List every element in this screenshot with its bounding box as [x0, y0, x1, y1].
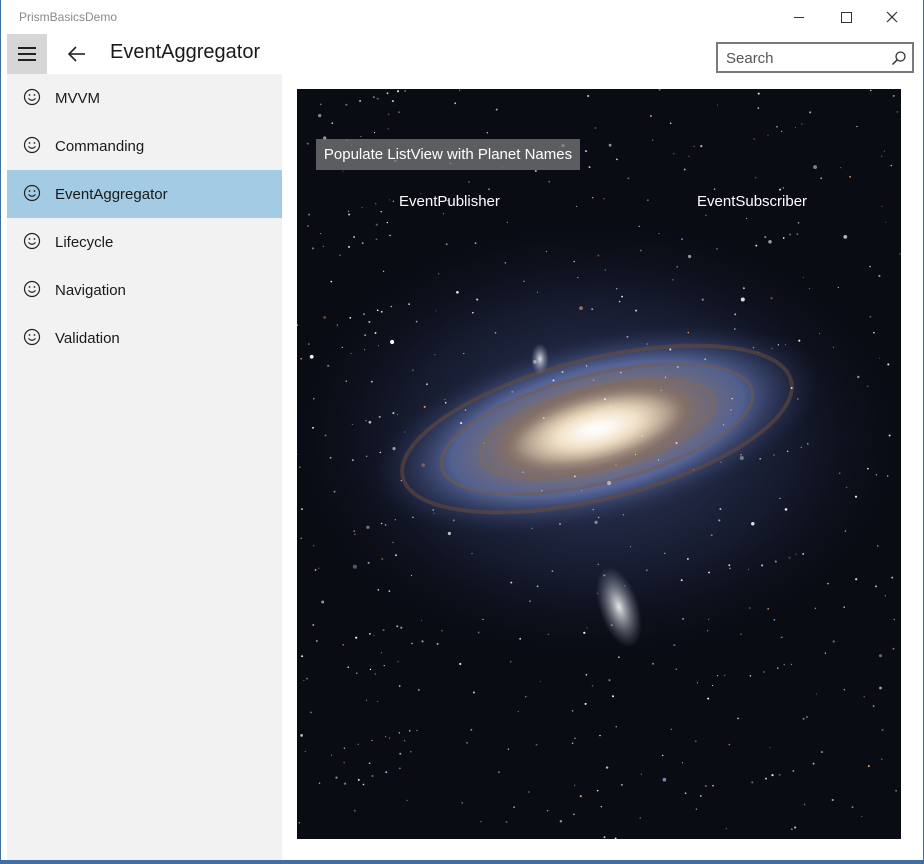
close-icon	[886, 11, 898, 23]
smiley-icon	[23, 280, 41, 298]
sidebar-item-label: EventAggregator	[55, 185, 168, 203]
minimize-button[interactable]	[776, 0, 822, 34]
sidebar-item-label: Validation	[55, 329, 120, 347]
sidebar-item-eventaggregator[interactable]: EventAggregator	[7, 170, 282, 218]
back-button[interactable]	[57, 34, 97, 74]
smiley-icon	[23, 328, 41, 346]
sidebar-item-commanding[interactable]: Commanding	[7, 122, 282, 170]
hamburger-icon	[18, 47, 36, 49]
smiley-icon	[23, 88, 41, 106]
search-input[interactable]	[726, 48, 886, 68]
hamburger-menu-button[interactable]	[7, 34, 47, 74]
sidebar-item-navigation[interactable]: Navigation	[7, 266, 282, 314]
search-icon[interactable]	[891, 50, 907, 66]
sidebar-item-label: Navigation	[55, 281, 126, 299]
search-box[interactable]	[716, 42, 914, 73]
sidebar-item-lifecycle[interactable]: Lifecycle	[7, 218, 282, 266]
sidebar-item-label: Lifecycle	[55, 233, 114, 251]
app-window: PrismBasicsDemo EventAggregator Search M…	[1, 0, 923, 860]
galaxy-image	[297, 89, 901, 839]
galaxy-background-image: Populate ListView with Planet Names Even…	[297, 89, 901, 839]
sidebar-item-label: MVVM	[55, 89, 100, 107]
page-header: EventAggregator	[1, 34, 923, 74]
sidebar-item-label: Commanding	[55, 137, 145, 155]
minimize-icon	[794, 16, 804, 18]
populate-listview-button[interactable]: Populate ListView with Planet Names	[316, 139, 580, 170]
sidebar-item-mvvm[interactable]: MVVM	[7, 74, 282, 122]
event-publisher-label: EventPublisher	[399, 193, 500, 210]
title-bar[interactable]: PrismBasicsDemo	[1, 0, 923, 34]
page-title: EventAggregator	[110, 41, 261, 63]
maximize-icon	[840, 11, 852, 23]
app-title: PrismBasicsDemo	[19, 10, 118, 24]
smiley-icon	[23, 232, 41, 250]
maximize-button[interactable]	[823, 0, 869, 34]
smiley-icon	[23, 184, 41, 202]
sidebar-nav: MVVM Commanding EventAggregator Lifecycl…	[7, 74, 282, 860]
close-button[interactable]	[869, 0, 915, 34]
back-arrow-icon	[68, 46, 85, 62]
event-subscriber-label: EventSubscriber	[697, 193, 808, 210]
smiley-icon	[23, 136, 41, 154]
sidebar-item-validation[interactable]: Validation	[7, 314, 282, 362]
main-content: Populate ListView with Planet Names Even…	[282, 74, 923, 860]
window-border	[0, 860, 924, 864]
